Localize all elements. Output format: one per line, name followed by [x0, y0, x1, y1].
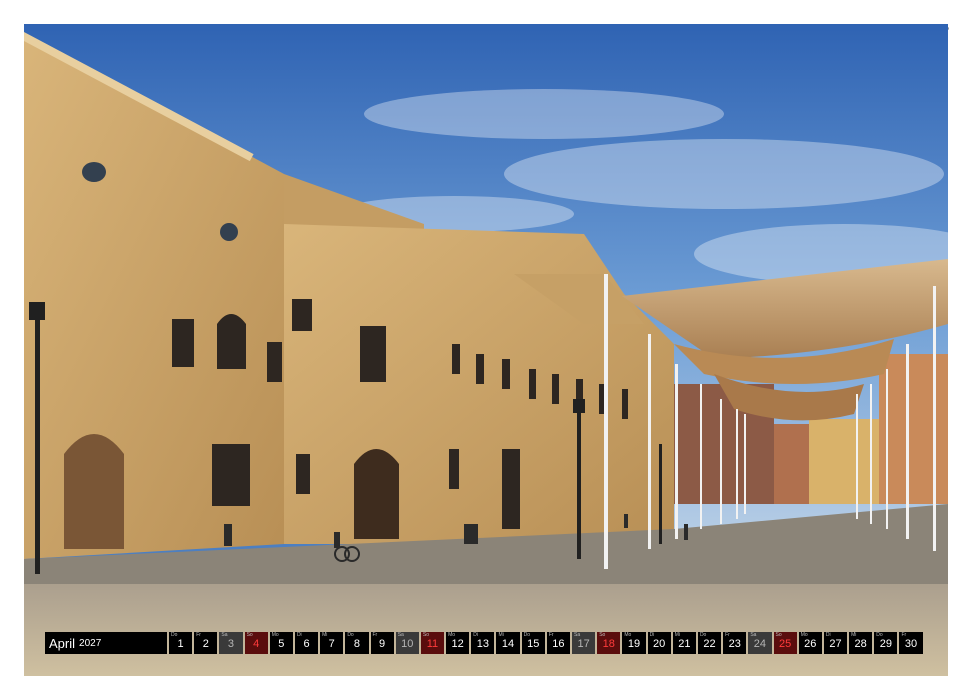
- day-number: 10: [401, 638, 414, 650]
- day-cell: So 18: [597, 632, 621, 654]
- day-cell: Fr 16: [546, 632, 570, 654]
- day-cell: Di 13: [471, 632, 495, 654]
- day-cell: Di 27: [823, 632, 848, 654]
- day-cell: Mi 28: [849, 632, 873, 654]
- day-cell: Fr 2: [194, 632, 218, 654]
- day-number: 8: [353, 638, 360, 650]
- calendar-photo: [24, 24, 948, 676]
- day-number: 5: [278, 638, 285, 650]
- day-cell: Di 20: [647, 632, 671, 654]
- day-number: 26: [804, 638, 817, 650]
- day-cell: Do 22: [697, 632, 722, 654]
- day-number: 11: [426, 638, 439, 650]
- day-number: 30: [904, 638, 918, 650]
- day-cell: Mo 19: [622, 632, 646, 654]
- day-cell: Sa 10: [395, 632, 419, 654]
- day-number: 16: [552, 638, 565, 650]
- day-number: 1: [177, 638, 184, 650]
- day-cell: Do 15: [521, 632, 545, 654]
- day-number: 15: [527, 638, 540, 650]
- day-cell: Sa 3: [219, 632, 243, 654]
- day-number: 18: [602, 638, 615, 650]
- day-cell: Do 1: [169, 632, 193, 654]
- day-cell: So 11: [420, 632, 445, 654]
- day-cell: Sa 24: [748, 632, 772, 654]
- day-cell: So 25: [773, 632, 797, 654]
- day-number: 3: [227, 638, 235, 650]
- day-cell: Fr 9: [370, 632, 394, 654]
- day-number: 22: [703, 638, 716, 650]
- day-number: 2: [202, 638, 209, 650]
- day-number: 20: [653, 638, 666, 650]
- month-year: 2027: [79, 637, 102, 649]
- day-number: 21: [678, 638, 691, 650]
- day-number: 13: [476, 638, 489, 650]
- day-number: 12: [451, 638, 464, 650]
- day-number: 25: [778, 638, 792, 650]
- day-cell: Mo 12: [446, 632, 470, 654]
- day-number: 17: [577, 638, 590, 650]
- day-number: 27: [829, 638, 842, 650]
- day-cell: Mo 26: [798, 632, 822, 654]
- day-number: 29: [879, 638, 892, 650]
- day-number: 7: [328, 638, 335, 650]
- day-number: 4: [253, 638, 260, 650]
- day-cell: Mi 14: [496, 632, 520, 654]
- day-number: 23: [728, 638, 741, 650]
- day-number: 9: [379, 638, 386, 650]
- day-cell: Fr 23: [723, 632, 747, 654]
- day-cell: Do 29: [874, 632, 898, 654]
- day-cell: Mi 7: [320, 632, 344, 654]
- calendar-strip: April 2027 Do 1 Fr 2 Sa 3 So 4 Mo 5 Di 6 Mi 7 Do 8 Fr 9 Sa…: [45, 632, 926, 654]
- day-cell: Mo 5: [269, 632, 293, 654]
- day-cell: Fr 30: [899, 632, 923, 654]
- city-hall-plaza-illustration: [24, 24, 948, 676]
- day-cell: Di 6: [294, 632, 319, 654]
- day-cell: Do 8: [345, 632, 369, 654]
- month-label: April 2027: [45, 632, 167, 654]
- day-cell: Sa 17: [572, 632, 596, 654]
- day-number: 28: [854, 638, 867, 650]
- day-number: 19: [627, 638, 641, 650]
- day-cell: So 4: [244, 632, 268, 654]
- day-cells: Do 1 Fr 2 Sa 3 So 4 Mo 5 Di 6 Mi 7 Do 8 Fr 9 Sa 10 So 11 Mo 12 D…: [169, 632, 925, 654]
- day-number: 24: [753, 638, 767, 650]
- day-number: 6: [303, 638, 310, 650]
- day-cell: Mi 21: [672, 632, 696, 654]
- day-number: 14: [501, 638, 515, 650]
- month-name: April: [49, 635, 76, 651]
